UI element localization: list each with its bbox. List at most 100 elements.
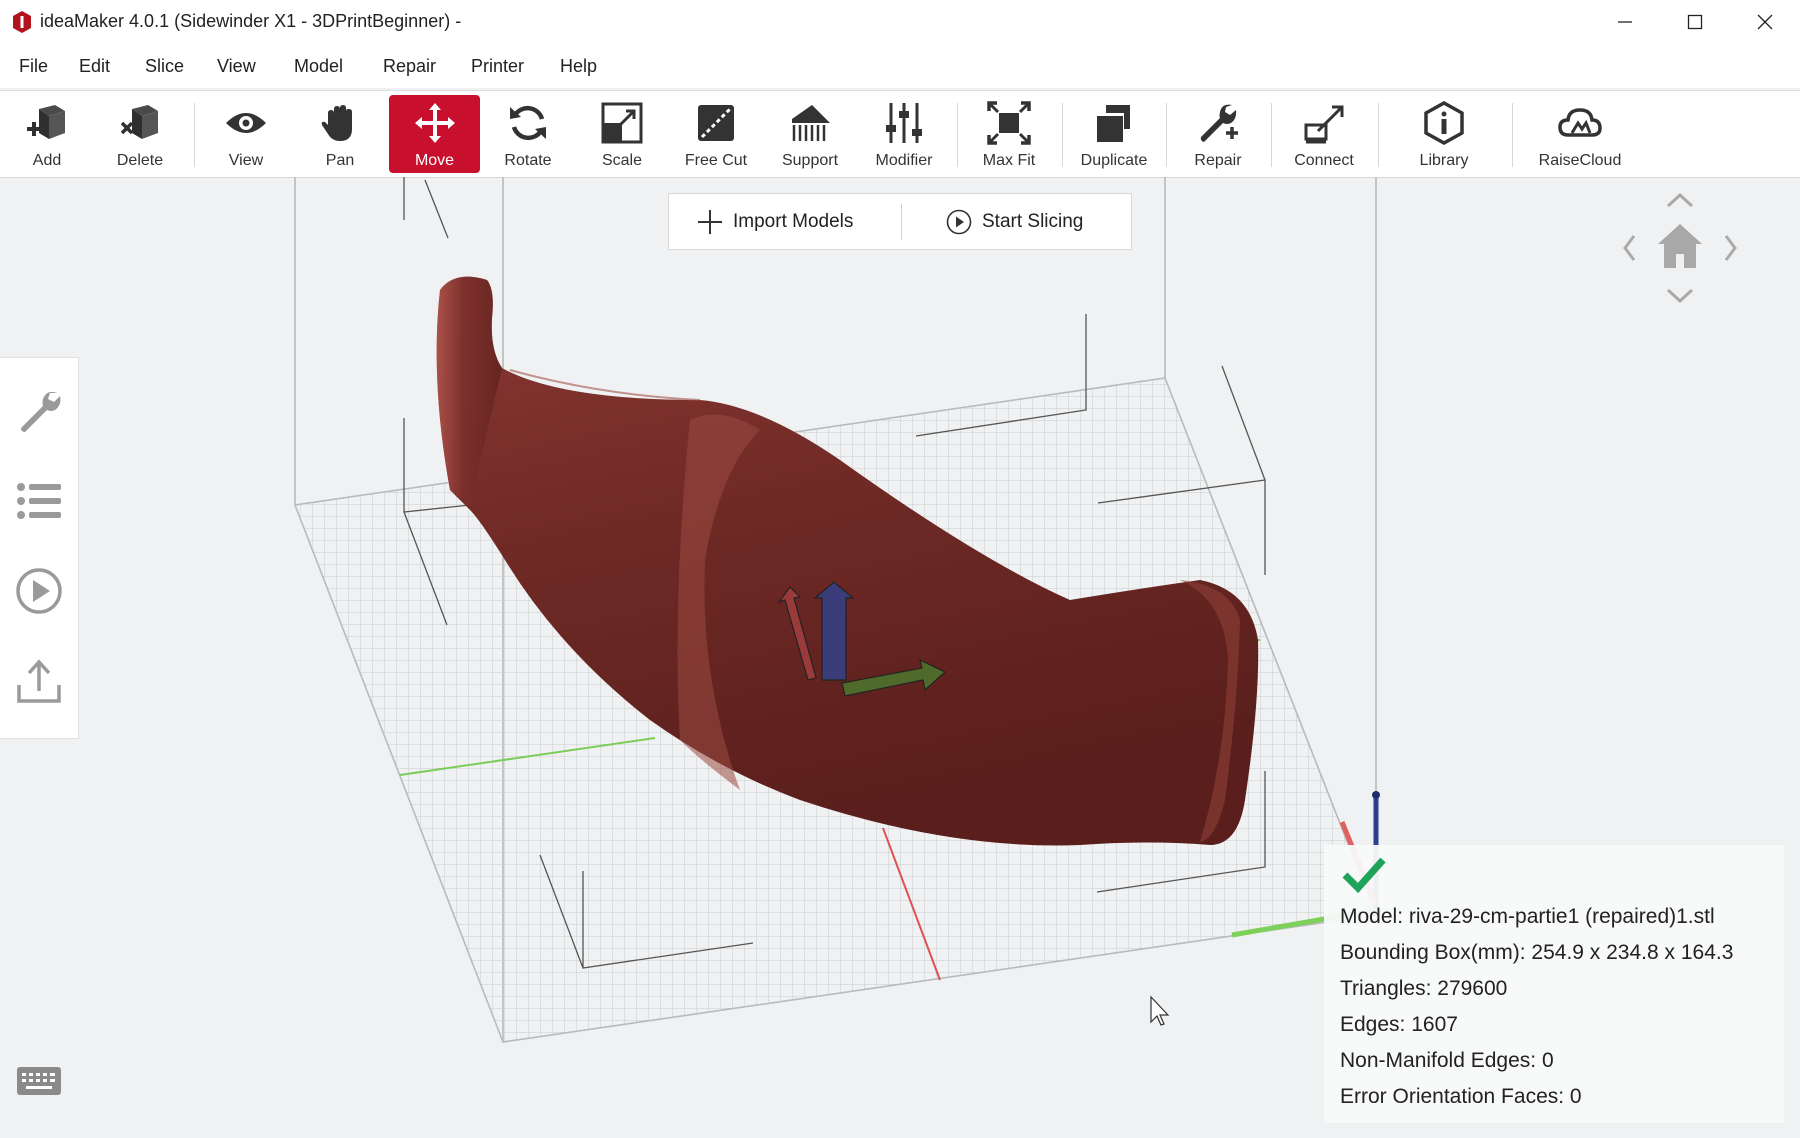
toolbar-separator <box>1166 103 1167 167</box>
view-button[interactable]: View <box>200 95 292 173</box>
support-button[interactable]: Support <box>764 95 856 173</box>
triangle-count: Triangles: 279600 <box>1340 977 1508 1000</box>
delete-label: Delete <box>116 152 164 169</box>
menu-repair[interactable]: Repair <box>383 56 436 77</box>
modifier-button[interactable]: Modifier <box>858 95 950 173</box>
preview-button[interactable] <box>12 564 66 618</box>
home-icon[interactable] <box>1658 224 1702 268</box>
rotate-button[interactable]: Rotate <box>482 95 574 173</box>
add-button[interactable]: Add <box>2 95 92 173</box>
eye-icon <box>226 113 266 133</box>
plus-icon <box>698 209 722 234</box>
pan-label: Pan <box>325 152 355 169</box>
scale-button[interactable]: Scale <box>576 95 668 173</box>
pan-button[interactable]: Pan <box>294 95 386 173</box>
toolbar-separator <box>1512 103 1513 167</box>
app-logo-icon <box>13 11 31 33</box>
export-icon <box>17 659 61 703</box>
move-button[interactable]: Move <box>389 95 480 173</box>
title-bar: ideaMaker 4.0.1 (Sidewinder X1 - 3DPrint… <box>0 0 1800 44</box>
minimize-icon <box>1618 21 1632 23</box>
connect-button[interactable]: Connect <box>1277 95 1371 173</box>
rotate-label: Rotate <box>504 152 552 169</box>
minimize-button[interactable] <box>1590 0 1660 44</box>
nav-left-icon[interactable] <box>1623 235 1636 261</box>
nav-right-icon[interactable] <box>1724 235 1737 261</box>
check-icon <box>1342 857 1386 894</box>
settings-button[interactable] <box>12 384 66 438</box>
library-label: Library <box>1419 152 1469 169</box>
action-bar: Import Models Start Slicing <box>668 193 1132 250</box>
menu-edit[interactable]: Edit <box>79 56 110 77</box>
delete-button[interactable]: Delete <box>94 95 186 173</box>
connect-label: Connect <box>1294 152 1354 169</box>
keyboard-button[interactable] <box>16 1066 62 1096</box>
scale-icon <box>601 102 643 144</box>
model-list-button[interactable] <box>12 474 66 528</box>
error-orientation-faces: Error Orientation Faces: 0 <box>1340 1085 1582 1108</box>
free-cut-button[interactable]: Free Cut <box>670 95 762 173</box>
toolbar-separator <box>1378 103 1379 167</box>
edge-count: Edges: 1607 <box>1340 1013 1458 1036</box>
raisecloud-label: RaiseCloud <box>1538 152 1622 169</box>
list-icon <box>17 483 61 519</box>
start-slicing-button[interactable]: Start Slicing <box>946 194 1083 249</box>
model-name: Model: riva-29-cm-partie1 (repaired)1.st… <box>1340 905 1715 928</box>
move-label: Move <box>414 152 455 169</box>
hand-icon <box>321 105 352 141</box>
rotate-icon <box>510 105 546 141</box>
menu-model[interactable]: Model <box>294 56 343 77</box>
modifier-label: Modifier <box>875 152 933 169</box>
non-manifold-edges: Non-Manifold Edges: 0 <box>1340 1049 1554 1072</box>
toolbar-separator <box>1062 103 1063 167</box>
max-fit-button[interactable]: Max Fit <box>963 95 1055 173</box>
model-info-panel: Model: riva-29-cm-partie1 (repaired)1.st… <box>1324 845 1784 1123</box>
sliders-icon <box>886 103 922 143</box>
close-button[interactable] <box>1730 0 1800 44</box>
action-divider <box>901 204 902 240</box>
raisecloud-button[interactable]: RaiseCloud <box>1518 95 1642 173</box>
camera-nav <box>1610 186 1740 310</box>
free-cut-label: Free Cut <box>684 152 748 169</box>
menu-bar: File Edit Slice View Model Repair Printe… <box>0 44 1800 88</box>
wrench-plus-icon <box>1200 104 1238 142</box>
menu-help[interactable]: Help <box>560 56 597 77</box>
import-models-button[interactable]: Import Models <box>697 194 853 249</box>
duplicate-label: Duplicate <box>1080 152 1148 169</box>
export-button[interactable] <box>12 654 66 708</box>
view-label: View <box>228 152 264 169</box>
toolbar-separator <box>1271 103 1272 167</box>
menu-slice[interactable]: Slice <box>145 56 184 77</box>
play-circle-icon <box>946 209 972 234</box>
cloud-icon <box>1558 108 1602 137</box>
toolbar-separator <box>957 103 958 167</box>
bounding-box: Bounding Box(mm): 254.9 x 234.8 x 164.3 <box>1340 941 1734 964</box>
start-slicing-label: Start Slicing <box>982 210 1084 232</box>
menu-printer[interactable]: Printer <box>471 56 524 77</box>
maximize-icon <box>1687 14 1703 30</box>
max-fit-label: Max Fit <box>982 152 1036 169</box>
menu-view[interactable]: View <box>217 56 256 77</box>
close-icon <box>1757 14 1773 30</box>
toolbar: Add Delete View Pan Move Rotate Scale Fr… <box>0 90 1800 178</box>
library-button[interactable]: Library <box>1384 95 1504 173</box>
mouse-cursor-icon <box>1150 995 1170 1026</box>
scale-label: Scale <box>601 152 643 169</box>
repair-label: Repair <box>1194 152 1242 169</box>
cut-icon <box>698 105 734 141</box>
nav-down-icon[interactable] <box>1666 288 1694 304</box>
duplicate-button[interactable]: Duplicate <box>1068 95 1160 173</box>
support-icon <box>792 105 830 141</box>
repair-button[interactable]: Repair <box>1172 95 1264 173</box>
connect-icon <box>1304 105 1344 144</box>
maximize-button[interactable] <box>1660 0 1730 44</box>
move-arrows-icon <box>414 103 455 143</box>
support-label: Support <box>781 152 839 169</box>
window-title: ideaMaker 4.0.1 (Sidewinder X1 - 3DPrint… <box>40 11 462 31</box>
add-label: Add <box>32 152 62 169</box>
delete-cube-icon <box>120 105 158 139</box>
add-cube-icon <box>27 105 65 139</box>
duplicate-icon <box>1097 105 1130 142</box>
nav-up-icon[interactable] <box>1666 192 1694 208</box>
menu-file[interactable]: File <box>19 56 48 77</box>
